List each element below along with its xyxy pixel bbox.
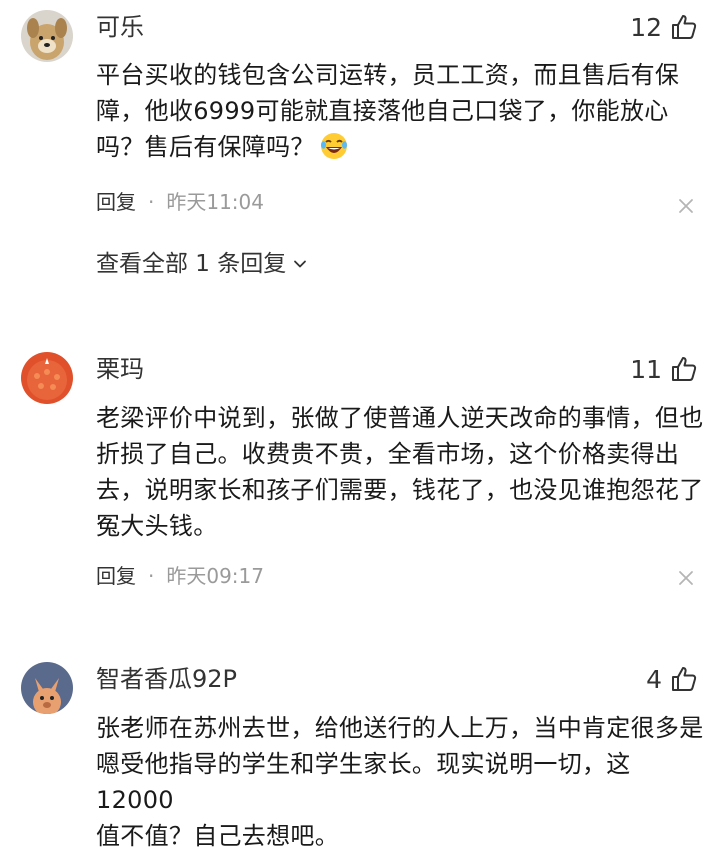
comment-line: 冤大头钱。 (96, 512, 218, 540)
comment-line: 障，他收6999可能就直接落他自己口袋了，你能放心 (96, 97, 669, 125)
timestamp: 昨天11:04 (166, 190, 264, 214)
username[interactable]: 可乐 (96, 12, 144, 42)
username[interactable]: 智者香瓜92P (96, 664, 237, 694)
reply-button[interactable]: 回复 (96, 189, 136, 215)
close-icon[interactable] (676, 568, 696, 588)
comment-line: 去，说明家长和孩子们需要，钱花了，也没见谁抱怨花了 (96, 476, 704, 504)
comment-meta: 回复 · 昨天09:17 (96, 563, 264, 589)
separator-dot: · (148, 564, 155, 588)
view-all-replies-link[interactable]: 查看全部 1 条回复 (96, 249, 308, 279)
avatar[interactable] (21, 10, 73, 62)
comment-meta: 回复 · 昨天11:04 (96, 189, 264, 215)
laughing-tears-emoji (320, 133, 347, 159)
separator-dot: · (148, 190, 155, 214)
username[interactable]: 栗玛 (96, 354, 144, 384)
comment-line: 平台买收的钱包含公司运转，员工工资，而且售后有保 (96, 61, 680, 89)
comment-line: 值不值？自己去想吧。 (96, 822, 339, 850)
comment-line: 老梁评价中说到，张做了使普通人逆天改命的事情，但也 (96, 404, 704, 432)
comment-text: 老梁评价中说到，张做了使普通人逆天改命的事情，但也 折损了自己。收费贵不贵，全看… (96, 400, 706, 544)
comment-text: 平台买收的钱包含公司运转，员工工资，而且售后有保 障，他收6999可能就直接落他… (96, 57, 706, 165)
comment-line: 折损了自己。收费贵不贵，全看市场，这个价格卖得出 (96, 440, 680, 468)
avatar[interactable] (21, 352, 73, 404)
comment-line: 吗？售后有保障吗？ (96, 129, 706, 165)
close-icon[interactable] (676, 196, 696, 216)
view-all-replies-label: 查看全部 1 条回复 (96, 251, 287, 277)
comment-text: 张老师在苏州去世，给他送行的人上万，当中肯定很多是 嗯受他指导的学生和学生家长。… (96, 710, 706, 854)
comment-line: 嗯受他指导的学生和学生家长。现实说明一切，这12000 (96, 750, 631, 814)
like-button[interactable]: 11 (630, 354, 698, 384)
thumbs-up-icon[interactable] (670, 665, 698, 693)
timestamp: 昨天09:17 (166, 564, 264, 588)
reply-button[interactable]: 回复 (96, 563, 136, 589)
like-count: 11 (630, 354, 662, 384)
like-button[interactable]: 4 (646, 664, 698, 694)
chevron-down-icon (294, 260, 307, 268)
like-button[interactable]: 12 (630, 12, 698, 42)
like-count: 12 (630, 12, 662, 42)
thumbs-up-icon[interactable] (670, 355, 698, 383)
thumbs-up-icon[interactable] (670, 13, 698, 41)
avatar[interactable] (21, 662, 73, 714)
like-count: 4 (646, 664, 662, 694)
comment-line: 张老师在苏州去世，给他送行的人上万，当中肯定很多是 (96, 714, 704, 742)
